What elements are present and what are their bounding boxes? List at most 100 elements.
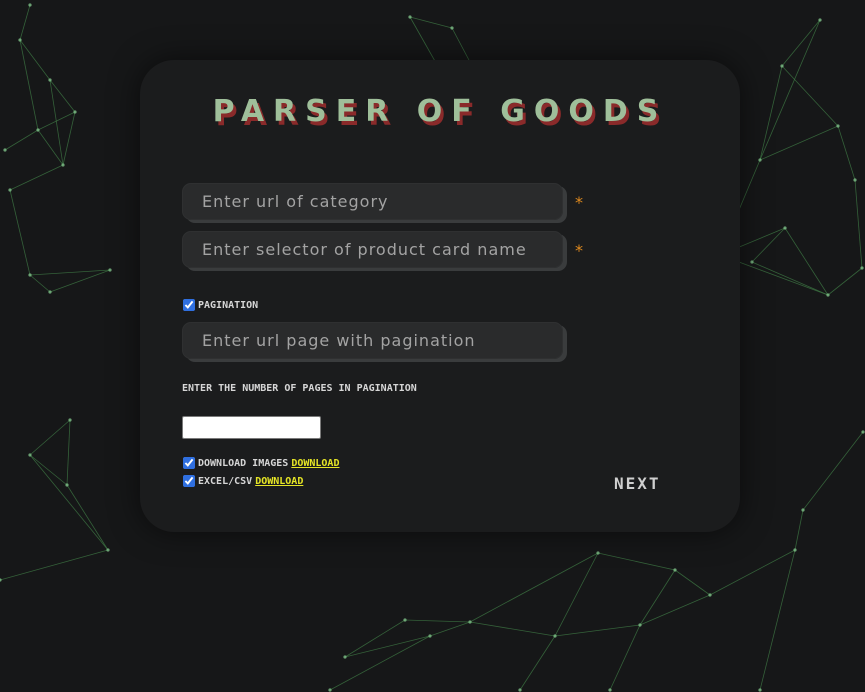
network-line [751,261,829,296]
network-node [0,578,2,582]
network-line [794,509,804,551]
network-line [827,267,863,296]
network-node [853,178,857,182]
category-url-input[interactable] [182,183,563,220]
network-line [9,189,31,276]
network-line [709,549,796,596]
network-line [751,227,786,263]
network-node [428,634,432,638]
network-line [409,16,453,29]
network-line [674,569,711,596]
pages-count-input[interactable] [182,416,321,439]
network-line [759,65,783,161]
network-node [758,158,762,162]
network-line [639,594,711,626]
network-node [36,128,40,132]
network-line [19,39,51,81]
network-node [73,110,77,114]
network-node [106,548,110,552]
network-line [469,621,556,637]
network-line [4,129,39,151]
network-line [451,27,471,63]
network-line [784,227,829,296]
download-images-link[interactable]: DOWNLOAD [291,458,339,469]
network-node [28,453,32,457]
network-node [108,268,112,272]
network-line [759,19,821,161]
network-line [66,419,71,486]
download-images-checkbox[interactable] [183,457,195,469]
network-line [781,19,821,67]
pagination-label: PAGINATION [198,299,259,311]
network-line [49,79,64,166]
network-node [801,508,805,512]
network-line [29,274,51,293]
network-line [802,431,864,511]
network-node [28,3,32,7]
network-line [0,549,109,581]
network-node [783,226,787,230]
network-node [553,634,557,638]
network-node [61,163,65,167]
network-node [328,688,332,692]
network-node [28,273,32,277]
network-line [344,635,431,658]
network-node [343,655,347,659]
network-line [554,552,599,637]
next-button[interactable]: NEXT [610,474,665,493]
network-line [609,624,641,691]
network-node [65,483,69,487]
pagination-checkbox[interactable] [183,299,195,311]
network-line [554,624,641,637]
network-node [450,26,454,30]
network-node [408,15,412,19]
network-node [48,78,52,82]
network-line [519,635,556,691]
download-images-label: DOWNLOAD IMAGES [198,457,289,469]
network-node [468,620,472,624]
network-node [608,688,612,692]
network-node [68,418,72,422]
network-node [860,266,864,270]
excel-csv-checkbox[interactable] [183,475,195,487]
pagination-url-input[interactable] [182,322,563,359]
required-mark: * [575,241,583,260]
pages-count-label: ENTER THE NUMBER OF PAGES IN PAGINATION [182,383,417,394]
network-node [818,18,822,22]
network-line [781,65,839,127]
excel-csv-download-link[interactable]: DOWNLOAD [255,476,303,487]
network-node [750,260,754,264]
network-node [518,688,522,692]
network-line [19,39,39,131]
network-node [403,618,407,622]
network-line [19,4,31,41]
network-line [404,619,471,623]
network-node [638,623,642,627]
network-line [49,79,76,113]
network-node [8,188,12,192]
network-line [66,484,109,551]
page-title: PARSER OF GOODS [212,94,668,129]
excel-csv-row: EXCEL/CSV DOWNLOAD [182,475,303,487]
network-node [673,568,677,572]
network-line [62,111,76,166]
network-line [469,552,599,623]
product-selector-input[interactable] [182,231,563,268]
network-line [29,454,68,486]
required-mark: * [575,193,583,212]
network-line [344,619,406,658]
network-node [48,290,52,294]
excel-csv-label: EXCEL/CSV [198,475,253,487]
network-node [758,688,762,692]
network-node [780,64,784,68]
network-line [837,125,856,181]
network-node [826,293,830,297]
network-line [597,552,676,571]
network-line [639,569,676,626]
network-line [29,419,71,456]
network-node [861,430,865,434]
network-line [329,635,431,691]
network-line [29,454,109,551]
network-node [18,38,22,42]
parser-form-card: PARSER OF GOODS * * PAGINATION ENTER THE… [140,60,740,532]
